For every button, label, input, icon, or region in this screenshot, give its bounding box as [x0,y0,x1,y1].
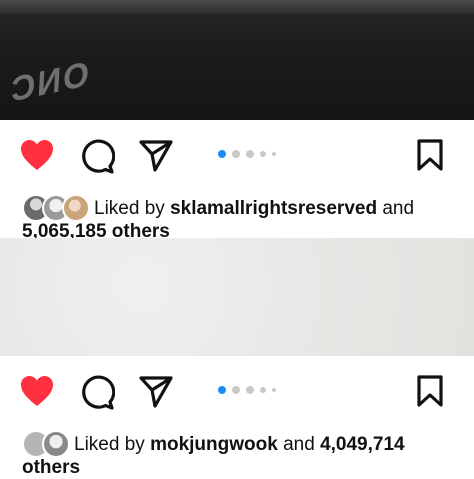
post2-action-bar [0,366,474,416]
liked-by-username[interactable]: sklamallrightsreserved [170,198,377,219]
bookmark-icon[interactable] [416,374,444,408]
carousel-dot [272,388,276,392]
and-text: and [283,434,315,455]
post1-action-bar [0,130,474,180]
carousel-dot [218,150,226,158]
post-image-paper[interactable] [0,238,474,356]
avatar [62,194,90,222]
share-icon[interactable] [138,138,174,172]
carousel-dot [260,151,266,157]
heart-icon[interactable] [19,138,55,172]
carousel-dot [260,387,266,393]
carousel-indicator [218,386,276,394]
liked-by-prefix: Liked by [94,198,165,219]
share-icon[interactable] [138,374,174,408]
liked-by-prefix: Liked by [74,434,145,455]
carousel-dot [246,150,254,158]
post2-likes: Liked by mokjungwook and 4,049,714 other… [22,430,462,479]
liker-avatars[interactable] [22,430,74,458]
others-count-number[interactable]: 4,049,714 [320,434,405,455]
others-word[interactable]: others [22,457,80,478]
liked-by-username[interactable]: mokjungwook [150,434,278,455]
heart-icon[interactable] [19,374,55,408]
image-detail [0,0,474,14]
post-image-top[interactable]: ƆИO [0,0,474,120]
post1-likes: Liked by sklamallrightsreserved and 5,06… [22,194,462,243]
road-marking: ƆИO [10,53,92,111]
carousel-indicator [218,150,276,158]
bookmark-icon[interactable] [416,138,444,172]
and-text: and [382,198,415,219]
carousel-dot [232,386,240,394]
carousel-dot [232,150,240,158]
carousel-dot [272,152,276,156]
liker-avatars[interactable] [22,194,94,222]
carousel-dot [218,386,226,394]
comment-icon[interactable] [79,138,115,174]
avatar [42,430,70,458]
carousel-dot [246,386,254,394]
comment-icon[interactable] [79,374,115,410]
